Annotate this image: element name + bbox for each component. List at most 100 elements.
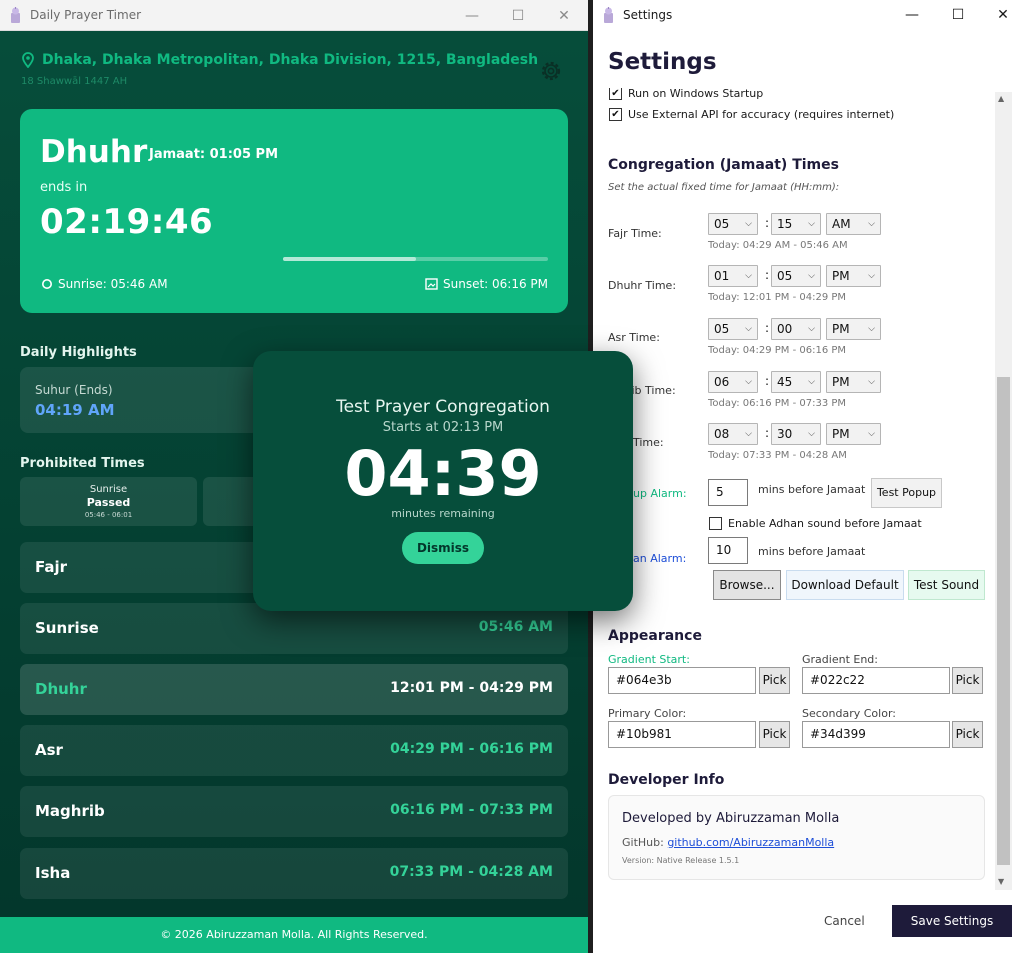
highlight-value: 04:19 AM [35, 401, 115, 419]
prohibited-name: Sunrise [89, 484, 128, 495]
checkbox-unchecked-icon[interactable] [709, 517, 722, 530]
gradient-start-input[interactable]: #064e3b [608, 667, 756, 694]
vertical-scrollbar[interactable]: ▲ ▼ [995, 92, 1012, 890]
cancel-button[interactable]: Cancel [824, 914, 865, 928]
external-api-checkbox[interactable]: ✔ Use External API for accuracy (require… [609, 108, 894, 121]
test-sound-button[interactable]: Test Sound [908, 570, 985, 600]
startup-checkbox[interactable]: ✔ Run on Windows Startup [609, 88, 763, 100]
asr-hour-select[interactable]: 05 ⌵ [708, 318, 758, 340]
countdown: 02:19:46 [40, 202, 214, 242]
maximize-button[interactable]: ☐ [935, 0, 981, 30]
checkbox-checked-icon[interactable]: ✔ [609, 108, 622, 121]
maghrib-hour-select[interactable]: 06 ⌵ [708, 371, 758, 393]
github-link[interactable]: github.com/AbiruzzamanMolla [667, 836, 834, 849]
checkbox-label: Run on Windows Startup [628, 88, 764, 100]
asr-minute-select[interactable]: 00 ⌵ [771, 318, 821, 340]
prayer-name: Maghrib [35, 802, 105, 820]
gradient-end-pick-button[interactable]: Pick [952, 667, 983, 694]
dhuhr-minute-select[interactable]: 05 ⌵ [771, 265, 821, 287]
prohibited-card: Sunrise Passed 05:46 - 06:01 [20, 477, 197, 526]
chevron-down-icon: ⌵ [808, 377, 815, 387]
sunrise-text: Sunrise: 05:46 AM [58, 277, 168, 291]
gradient-end-label: Gradient End: [802, 653, 878, 666]
window-title: Daily Prayer Timer [30, 8, 142, 22]
scroll-down-icon[interactable]: ▼ [998, 877, 1004, 886]
prayer-row-maghrib: Maghrib 06:16 PM - 07:33 PM [20, 786, 568, 837]
dismiss-button[interactable]: Dismiss [402, 532, 484, 564]
ampm-value: AM [832, 217, 851, 231]
prohibited-range: 05:46 - 06:01 [84, 511, 133, 519]
minimize-button[interactable]: — [889, 0, 935, 30]
test-popup-button[interactable]: Test Popup [871, 478, 942, 508]
isha-minute-select[interactable]: 30 ⌵ [771, 423, 821, 445]
secondary-pick-button[interactable]: Pick [952, 721, 983, 748]
minute-value: 00 [777, 322, 793, 336]
maghrib-ampm-select[interactable]: PM ⌵ [826, 371, 881, 393]
fajr-hour-select[interactable]: 05 ⌵ [708, 213, 758, 235]
popup-remaining-label: minutes remaining [391, 507, 495, 520]
location: Dhaka, Dhaka Metropolitan, Dhaka Divisio… [22, 52, 538, 68]
prayer-row-asr: Asr 04:29 PM - 06:16 PM [20, 725, 568, 776]
chevron-down-icon: ⌵ [745, 219, 752, 229]
prayer-time: 06:16 PM - 07:33 PM [390, 802, 553, 818]
download-default-button[interactable]: Download Default [786, 570, 904, 600]
checkbox-checked-icon[interactable]: ✔ [609, 88, 622, 100]
close-button[interactable]: ✕ [980, 0, 1026, 30]
current-prayer-card: Dhuhr Jamaat: 01:05 PM ends in 02:19:46 … [20, 109, 568, 313]
maximize-button[interactable]: ☐ [495, 0, 541, 31]
gradient-start-pick-button[interactable]: Pick [759, 667, 790, 694]
asr-label: Asr Time: [608, 331, 660, 344]
popup-title: Test Prayer Congregation [336, 397, 550, 417]
save-settings-button[interactable]: Save Settings [892, 905, 1012, 937]
isha-range: Today: 07:33 PM - 04:28 AM [708, 450, 847, 461]
dhuhr-range: Today: 12:01 PM - 04:29 PM [708, 292, 847, 303]
settings-gear-icon[interactable] [539, 59, 563, 83]
gradient-start-label: Gradient Start: [608, 653, 690, 666]
adhan-alarm-suffix: mins before Jamaat [758, 545, 866, 558]
hijri-date: 18 Shawwāl 1447 AH [21, 76, 128, 87]
fajr-minute-select[interactable]: 15 ⌵ [771, 213, 821, 235]
popup-alarm-input[interactable]: 5 [708, 479, 748, 506]
settings-titlebar: Settings — ☐ ✕ [593, 0, 1026, 30]
hour-value: 06 [714, 375, 730, 389]
prayer-row-isha: Isha 07:33 PM - 04:28 AM [20, 848, 568, 899]
appearance-heading: Appearance [608, 628, 702, 644]
close-button[interactable]: ✕ [541, 0, 587, 31]
current-prayer-name: Dhuhr [40, 134, 148, 170]
maghrib-minute-select[interactable]: 45 ⌵ [771, 371, 821, 393]
isha-ampm-select[interactable]: PM ⌵ [826, 423, 881, 445]
primary-color-input[interactable]: #10b981 [608, 721, 756, 748]
asr-ampm-select[interactable]: PM ⌵ [826, 318, 881, 340]
isha-hour-select[interactable]: 08 ⌵ [708, 423, 758, 445]
gradient-end-input[interactable]: #022c22 [802, 667, 950, 694]
dhuhr-hour-select[interactable]: 01 ⌵ [708, 265, 758, 287]
hour-value: 01 [714, 269, 730, 283]
ampm-value: PM [832, 322, 850, 336]
colon: : [765, 216, 770, 230]
chevron-down-icon: ⌵ [745, 377, 752, 387]
adhan-alarm-input[interactable]: 10 [708, 537, 748, 564]
checkbox-label: Enable Adhan sound before Jamaat [728, 517, 922, 530]
fajr-ampm-select[interactable]: AM ⌵ [826, 213, 881, 235]
prayer-time: 12:01 PM - 04:29 PM [390, 680, 553, 696]
colon: : [765, 374, 770, 388]
minimize-button[interactable]: — [449, 0, 495, 31]
chevron-down-icon: ⌵ [868, 377, 875, 387]
settings-scroll-area[interactable]: ✔ Run on Windows Startup ✔ Use External … [593, 88, 995, 896]
minute-value: 15 [777, 217, 793, 231]
chevron-down-icon: ⌵ [868, 429, 875, 439]
adhan-checkbox[interactable]: Enable Adhan sound before Jamaat [709, 517, 922, 530]
developer-heading: Developer Info [608, 772, 725, 788]
hour-value: 05 [714, 322, 730, 336]
primary-pick-button[interactable]: Pick [759, 721, 790, 748]
asr-range: Today: 04:29 PM - 06:16 PM [708, 345, 847, 356]
dhuhr-ampm-select[interactable]: PM ⌵ [826, 265, 881, 287]
location-text: Dhaka, Dhaka Metropolitan, Dhaka Divisio… [42, 52, 539, 68]
browse-button[interactable]: Browse... [713, 570, 781, 600]
fajr-range: Today: 04:29 AM - 05:46 AM [708, 240, 848, 251]
scrollbar-thumb[interactable] [997, 377, 1010, 865]
app-icon [604, 7, 613, 23]
secondary-color-input[interactable]: #34d399 [802, 721, 950, 748]
popup-countdown: 04:39 [344, 437, 542, 510]
scroll-up-icon[interactable]: ▲ [998, 94, 1004, 103]
